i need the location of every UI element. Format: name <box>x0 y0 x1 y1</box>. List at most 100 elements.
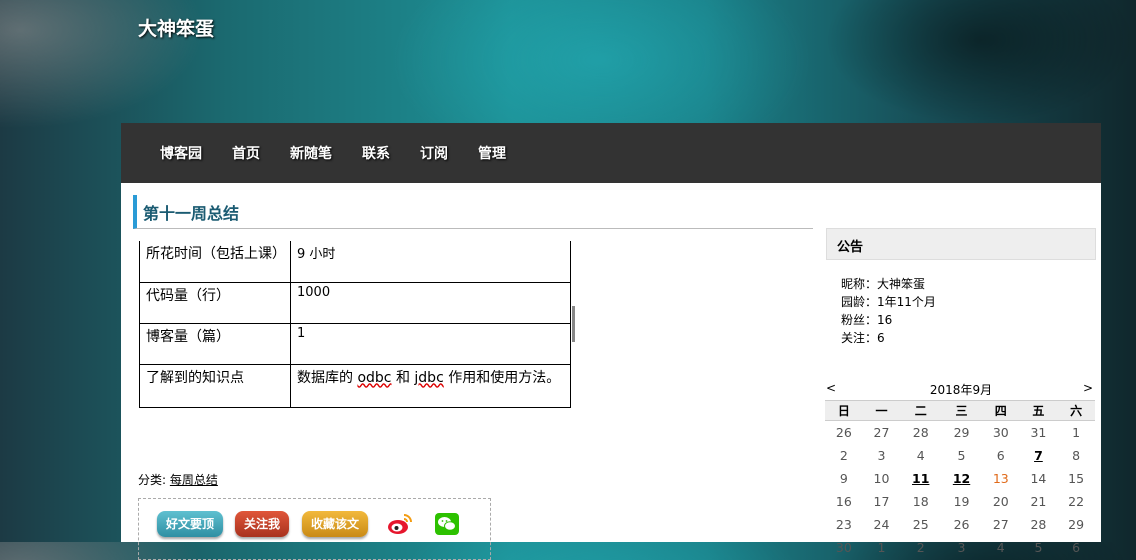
wechat-icon[interactable] <box>435 513 459 535</box>
calendar-day: 27 <box>992 517 1009 532</box>
nav-item-subscribe[interactable]: 订阅 <box>420 143 448 163</box>
table-row: 代码量（行） 1000 <box>139 281 571 324</box>
calendar-day: 1 <box>877 540 886 555</box>
calendar-weekday: 日 <box>825 400 863 421</box>
calendar-day: 24 <box>873 517 890 532</box>
table-cell-label: 所花时间（包括上课） <box>139 241 291 283</box>
table-cell-value: 9 小时 <box>290 241 571 283</box>
calendar-weekday: 六 <box>1057 400 1095 421</box>
calendar-day: 8 <box>1072 448 1081 463</box>
table-row: 所花时间（包括上课） 9 小时 <box>139 241 571 283</box>
calendar-day: 27 <box>873 425 890 440</box>
calendar-day: 26 <box>953 517 970 532</box>
table-cell-value: 1000 <box>290 281 571 324</box>
calendar-day: 31 <box>1030 425 1047 440</box>
calendar-day: 3 <box>877 448 886 463</box>
post-title[interactable]: 第十一周总结 <box>143 200 239 224</box>
spellcheck-word: odbc <box>357 369 392 386</box>
calendar-day: 15 <box>1068 471 1085 486</box>
calendar-day-today: 13 <box>992 471 1009 486</box>
profile-following[interactable]: 关注：6 <box>841 329 936 347</box>
table-cell-label: 代码量（行） <box>139 281 291 324</box>
category-link[interactable]: 每周总结 <box>170 473 218 487</box>
calendar-day: 6 <box>996 448 1005 463</box>
calendar-weekday: 三 <box>941 400 982 421</box>
calendar-day: 6 <box>1072 540 1081 555</box>
calendar-day: 20 <box>992 494 1009 509</box>
calendar: < 2018年9月 > 日一二三四五六 26 27 28 29 30 31 1 2 3 4 5 6 7 8… <box>825 381 1097 559</box>
table-row: 了解到的知识点 数据库的 odbc 和 jdbc 作用和使用方法。 <box>139 363 571 408</box>
calendar-day-link[interactable]: 7 <box>1020 444 1058 467</box>
calendar-day: 10 <box>873 471 890 486</box>
calendar-day: 17 <box>873 494 890 509</box>
calendar-week-row: 23 24 25 26 27 28 29 <box>825 513 1095 536</box>
calendar-weekday: 五 <box>1019 400 1058 421</box>
calendar-week-row: 9 10 11 12 13 14 15 <box>825 467 1095 490</box>
post-category: 分类: 每周总结 <box>138 471 218 488</box>
nav-item-new-post[interactable]: 新随笔 <box>290 143 332 163</box>
calendar-day: 4 <box>916 448 925 463</box>
profile-age[interactable]: 园龄：1年11个月 <box>841 293 936 311</box>
notice-header: 公告 <box>826 228 1096 260</box>
page-content: 第十一周总结 所花时间（包括上课） 9 小时 代码量（行） 1000 博客量（篇… <box>121 183 1101 560</box>
table-resize-handle[interactable] <box>572 306 575 342</box>
text-run: 数据库的 <box>297 369 358 386</box>
calendar-next-button[interactable]: > <box>1083 381 1093 395</box>
calendar-day: 29 <box>1068 517 1085 532</box>
calendar-day: 5 <box>1034 540 1043 555</box>
calendar-month-label: 2018年9月 <box>929 383 993 397</box>
table-cell-value: 数据库的 odbc 和 jdbc 作用和使用方法。 <box>290 363 571 408</box>
calendar-weekday: 四 <box>981 400 1020 421</box>
calendar-week-row: 26 27 28 29 30 31 1 <box>825 421 1095 445</box>
blog-title[interactable]: 大神笨蛋 <box>138 14 214 41</box>
calendar-day: 26 <box>835 425 852 440</box>
calendar-day: 18 <box>912 494 929 509</box>
text-run: 和 <box>391 369 415 386</box>
nav-item-home[interactable]: 首页 <box>232 143 260 163</box>
calendar-week-row: 2 3 4 5 678 <box>825 444 1095 467</box>
calendar-day: 22 <box>1068 494 1085 509</box>
calendar-day-link[interactable]: 11 <box>900 467 941 490</box>
calendar-day: 28 <box>1030 517 1047 532</box>
calendar-day: 9 <box>839 471 848 486</box>
good-article-button[interactable]: 好文要顶 <box>157 511 223 537</box>
calendar-header: < 2018年9月 > <box>825 381 1097 399</box>
calendar-day: 29 <box>953 425 970 440</box>
follow-button[interactable]: 关注我 <box>235 511 289 537</box>
nav-item-cnblogs[interactable]: 博客园 <box>160 143 202 163</box>
profile-nickname[interactable]: 昵称：大神笨蛋 <box>841 275 936 293</box>
calendar-day-link[interactable]: 12 <box>941 467 982 490</box>
calendar-day: 14 <box>1030 471 1047 486</box>
spellcheck-word: jdbc <box>414 369 444 386</box>
calendar-day: 2 <box>839 448 848 463</box>
notice-title: 公告 <box>837 240 864 255</box>
table-row: 博客量（篇） 1 <box>139 322 571 365</box>
calendar-day: 5 <box>957 448 966 463</box>
calendar-day: 4 <box>996 540 1005 555</box>
calendar-day: 28 <box>912 425 929 440</box>
calendar-body: 26 27 28 29 30 31 1 2 3 4 5 6 7 8 9 10 11 12 13 14 15 16 17 18 1… <box>825 421 1095 560</box>
calendar-day: 16 <box>835 494 852 509</box>
nav-item-manage[interactable]: 管理 <box>478 143 506 163</box>
calendar-weekday: 二 <box>900 400 942 421</box>
profile-info: 昵称：大神笨蛋 园龄：1年11个月 粉丝：16 关注：6 <box>841 275 936 347</box>
category-label: 分类: <box>138 473 167 487</box>
calendar-week-row: 30 1 2 3 4 5 6 <box>825 536 1095 559</box>
table-cell-label: 博客量（篇） <box>139 322 291 365</box>
calendar-day: 3 <box>957 540 966 555</box>
post-title-bar: 第十一周总结 <box>133 195 813 229</box>
calendar-day: 19 <box>953 494 970 509</box>
calendar-day: 30 <box>835 540 852 555</box>
calendar-week-row: 16 17 18 19 20 21 22 <box>825 490 1095 513</box>
profile-fans[interactable]: 粉丝：16 <box>841 311 936 329</box>
table-cell-label: 了解到的知识点 <box>139 363 291 408</box>
weibo-icon[interactable] <box>387 512 413 536</box>
calendar-weekday: 一 <box>862 400 901 421</box>
nav-item-contact[interactable]: 联系 <box>362 143 390 163</box>
calendar-day: 25 <box>912 517 929 532</box>
main-navbar: 博客园 首页 新随笔 联系 订阅 管理 <box>121 123 1101 183</box>
calendar-day: 30 <box>992 425 1009 440</box>
favorite-button[interactable]: 收藏该文 <box>302 511 368 537</box>
calendar-day: 23 <box>835 517 852 532</box>
calendar-day: 2 <box>916 540 925 555</box>
